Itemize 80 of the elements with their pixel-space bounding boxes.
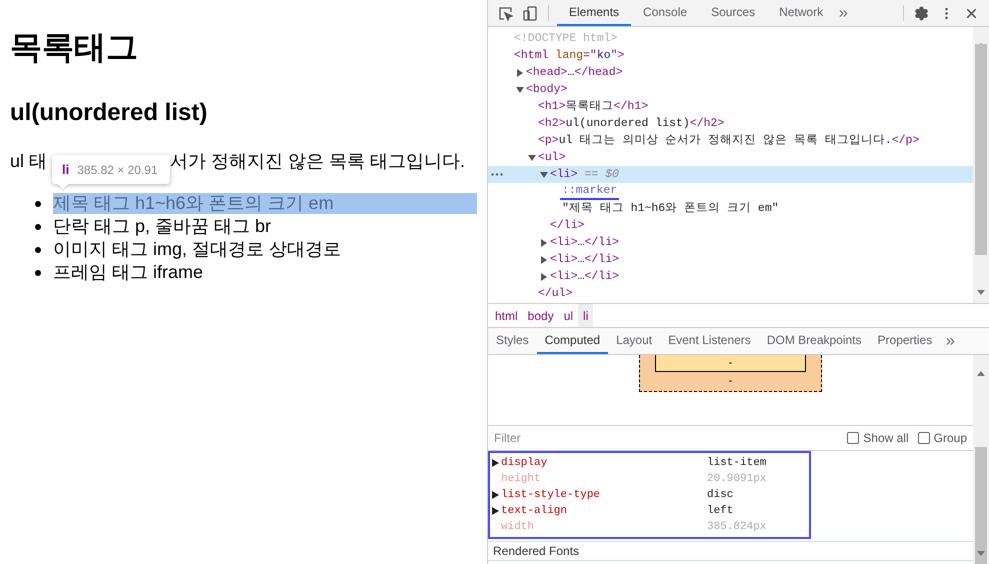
collapse-triangle-icon[interactable]	[528, 154, 536, 162]
dom-node-line[interactable]: <head>…</head>	[526, 64, 623, 82]
dom-node-line[interactable]: <li> == $0	[550, 166, 620, 184]
scrollbar[interactable]	[973, 27, 989, 303]
scroll-down-icon[interactable]	[977, 290, 985, 295]
dom-node-line[interactable]: <li>…</li>	[550, 234, 620, 252]
panel-tab[interactable]: Styles	[488, 328, 537, 354]
dom-closing-tag[interactable]: </ul>	[538, 284, 573, 302]
property-name: text-align	[501, 504, 568, 519]
selected-row[interactable]: <li> == $0	[488, 166, 973, 183]
property-value: left	[707, 504, 734, 519]
expand-triangle-icon[interactable]	[540, 256, 548, 264]
property-name: width	[501, 520, 536, 535]
devtools-tab[interactable]: Elements	[557, 0, 632, 26]
box-model-value: -	[728, 374, 732, 389]
property-value: list-item	[707, 456, 766, 471]
page-heading: 목록태그	[10, 28, 139, 66]
bullet-icon	[35, 270, 41, 276]
dom-node-line[interactable]: <p>ul 태그는 의미상 순서가 정해지진 않은 목록 태그입니다.</p>	[538, 132, 920, 150]
panel-tab[interactable]: DOM Breakpoints	[758, 328, 870, 354]
tooltip-size: 385.82 × 20.91	[77, 162, 158, 178]
panel-tab[interactable]: Event Listeners	[660, 328, 759, 354]
dom-node-line[interactable]: <html lang="ko">	[514, 46, 624, 64]
tooltip-tag: li	[62, 160, 70, 180]
list-item: 이미지 태그 img, 절대경로 상대경로	[53, 239, 342, 260]
collapse-triangle-icon[interactable]	[540, 170, 548, 178]
paragraph-text: 서가 정해지진 않은 목록 태그입니다.	[170, 150, 466, 172]
devtools-tab[interactable]: Console	[631, 0, 700, 26]
checkbox[interactable]	[847, 432, 860, 444]
checkbox-label[interactable]: Group	[934, 429, 967, 447]
property-name: list-style-type	[501, 488, 602, 503]
checkbox[interactable]	[918, 432, 930, 444]
dom-node-line[interactable]: "제목 태그 h1~h6와 폰트의 크기 em"	[562, 200, 779, 218]
dom-node-line[interactable]: <h2>ul(unordered list)</h2>	[538, 114, 724, 132]
paragraph-text: ul 태	[10, 150, 48, 172]
device-icon[interactable]	[523, 6, 538, 20]
bullet-icon	[35, 224, 41, 230]
panel-tab[interactable]: Layout	[608, 328, 660, 354]
page-subheading: ul(unordered list)	[10, 98, 208, 128]
breadcrumb-item[interactable]: html	[490, 304, 523, 327]
ellipsis-icon[interactable]	[491, 173, 503, 176]
bullet-icon	[35, 200, 41, 206]
inspect-icon[interactable]	[498, 6, 513, 20]
expand-triangle-icon[interactable]	[540, 272, 548, 280]
property-name: display	[501, 456, 548, 471]
expand-triangle-icon[interactable]	[492, 459, 499, 467]
dom-node-line[interactable]: <h1>목록태그</h1>	[538, 98, 648, 116]
dom-node-line[interactable]: <li>…</li>	[550, 268, 620, 286]
settings-icon[interactable]	[914, 6, 929, 20]
expand-triangle-icon[interactable]	[516, 68, 524, 76]
list-item: 제목 태그 h1~h6와 폰트의 크기 em	[53, 193, 477, 214]
expand-triangle-icon[interactable]	[540, 238, 548, 246]
filter-field[interactable]: Filter	[494, 429, 838, 447]
devtools-tab[interactable]: Sources	[699, 0, 768, 26]
dom-node-line[interactable]: <li>…</li>	[550, 250, 620, 268]
dom-node-line[interactable]: <body>	[526, 80, 568, 98]
checkbox-label[interactable]: Show all	[863, 429, 909, 447]
section-title: Rendered Fonts	[493, 543, 580, 560]
breadcrumb-item[interactable]: li	[578, 304, 594, 327]
dom-closing-tag[interactable]: </li>	[550, 216, 585, 234]
property-value: 20.9091px	[707, 472, 766, 487]
dom-node-line[interactable]: ::marker	[560, 184, 620, 200]
scroll-up-icon[interactable]	[977, 371, 985, 376]
list-item: 프레임 태그 iframe	[53, 262, 204, 283]
breadcrumb-item[interactable]: body	[522, 304, 559, 327]
property-value: disc	[707, 488, 734, 503]
property-name: height	[501, 472, 542, 487]
box-model-border: -	[655, 355, 806, 372]
dom-node-line[interactable]: <ul>	[538, 148, 566, 166]
breadcrumb-item[interactable]: ul	[558, 304, 578, 327]
devtools-tab[interactable]: Network	[767, 0, 836, 26]
panel-tab[interactable]: Computed	[536, 328, 608, 354]
scrollbar-thumb[interactable]	[975, 447, 987, 564]
list-item: 단락 태그 p, 줄바꿈 태그 br	[53, 216, 272, 237]
property-value: 385.824px	[707, 520, 766, 535]
scrollbar-thumb[interactable]	[975, 44, 987, 255]
collapse-triangle-icon[interactable]	[516, 86, 524, 94]
scrollbar[interactable]	[973, 355, 989, 564]
bullet-icon	[35, 246, 41, 252]
panel-tab[interactable]: Properties	[870, 328, 940, 354]
